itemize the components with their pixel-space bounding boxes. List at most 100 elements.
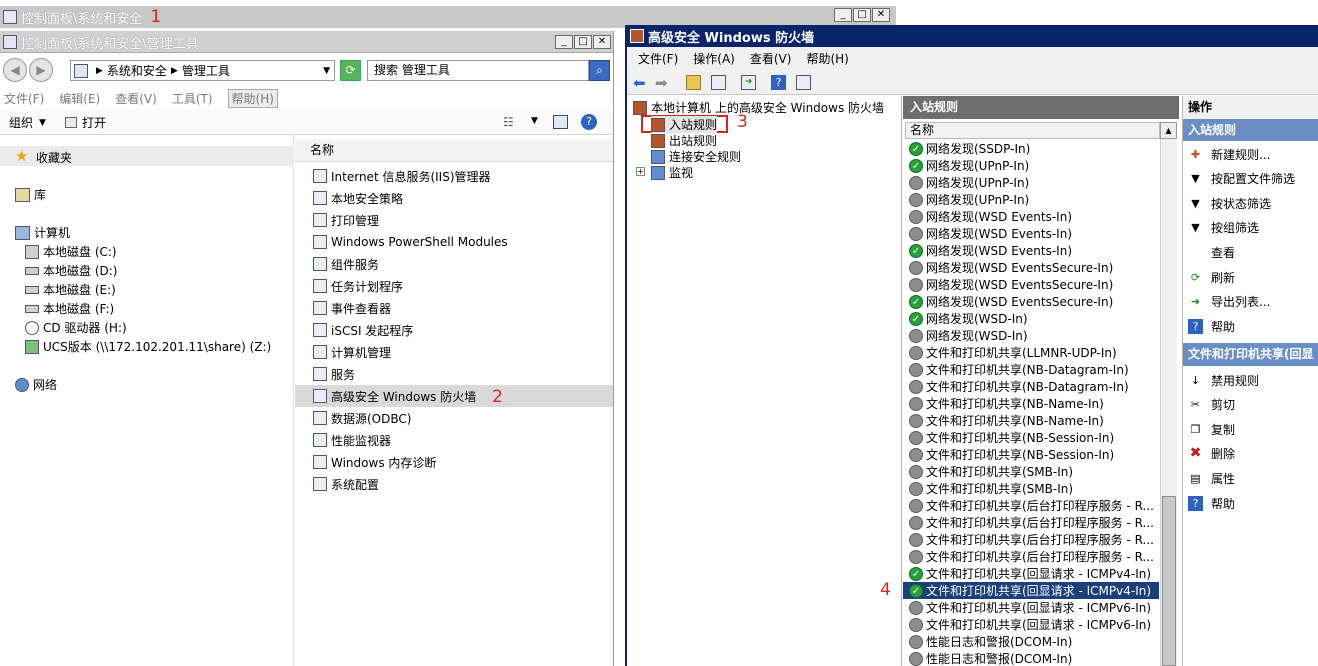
rules-column-header[interactable]: 名称 <box>905 122 1160 139</box>
show-action-pane-icon[interactable] <box>796 75 811 90</box>
rule-row[interactable]: 文件和打印机共享(后台打印程序服务 - R... <box>903 497 1159 514</box>
rules-scrollbar[interactable] <box>1160 139 1177 666</box>
rule-row[interactable]: 文件和打印机共享(NB-Session-In) <box>903 429 1159 446</box>
admin-tool-item[interactable]: 数据源(ODBC) <box>295 407 613 429</box>
rule-row[interactable]: 网络发现(WSD EventsSecure-In) <box>903 259 1159 276</box>
menu-view[interactable]: 查看(V) <box>750 50 792 67</box>
search-input[interactable]: 搜索 管理工具 <box>367 60 589 81</box>
scroll-up-button[interactable]: ▲ <box>1160 122 1177 139</box>
firewall-titlebar[interactable]: 高级安全 Windows 防火墙 <box>627 25 1318 47</box>
refresh-icon[interactable]: ⟳ <box>340 60 361 81</box>
address-bar[interactable]: ▶ 系统和安全 ▶ 管理工具 ▼ <box>70 60 335 81</box>
admin-tool-item[interactable]: 打印管理 <box>295 209 613 231</box>
close-button[interactable]: ✕ <box>872 8 890 22</box>
rule-row[interactable]: 文件和打印机共享(后台打印程序服务 - R... <box>903 514 1159 531</box>
open-button[interactable]: 打开 <box>65 114 106 131</box>
rule-row[interactable]: 网络发现(WSD Events-In) <box>903 225 1159 242</box>
rule-row[interactable]: 网络发现(WSD-In) <box>903 327 1159 344</box>
maximize-button[interactable]: □ <box>574 35 592 49</box>
breadcrumb-segment[interactable]: 系统和安全 <box>107 62 167 79</box>
menu-file[interactable]: 文件(F) <box>638 50 678 67</box>
admin-tool-item[interactable]: 本地安全策略 <box>295 187 613 209</box>
drive-item[interactable]: 本地磁盘 (E:) <box>25 281 116 298</box>
menu-file[interactable]: 文件(F) <box>4 90 44 107</box>
action-item[interactable]: ▼ 按状态筛选 <box>1183 191 1318 215</box>
search-icon[interactable]: ⌕ <box>589 60 610 81</box>
rule-row[interactable]: 性能日志和警报(DCOM-In) <box>903 633 1159 650</box>
rule-row[interactable]: 文件和打印机共享(回显请求 - ICMPv6-In) <box>903 599 1159 616</box>
view-options-icon[interactable]: ☷ <box>503 115 514 129</box>
export-icon[interactable]: ➜ <box>741 75 756 90</box>
rule-row[interactable]: 网络发现(WSD EventsSecure-In) <box>903 276 1159 293</box>
actions-section-inbound[interactable]: 入站规则 <box>1183 119 1318 141</box>
rule-row[interactable]: ✓ 网络发现(UPnP-In) <box>903 157 1159 174</box>
libraries-item[interactable]: 库 <box>15 186 46 203</box>
favorites-row[interactable]: ★ 收藏夹 <box>0 146 294 166</box>
organize-button[interactable]: 组织 ▼ <box>9 114 46 131</box>
address-dropdown-icon[interactable]: ▼ <box>323 66 330 76</box>
help-icon[interactable]: ? <box>771 75 786 90</box>
tree-inbound-rules[interactable]: 入站规则 <box>651 116 718 133</box>
rule-row[interactable]: 文件和打印机共享(后台打印程序服务 - R... <box>903 548 1159 565</box>
rule-row[interactable]: ✓ 文件和打印机共享(回显请求 - ICMPv4-In) <box>903 582 1159 599</box>
drive-item[interactable]: UCS版本 (\\172.102.201.11\share) (Z:) <box>25 338 271 355</box>
rule-row[interactable]: 文件和打印机共享(LLMNR-UDP-In) <box>903 344 1159 361</box>
admin-tool-item[interactable]: 事件查看器 <box>295 297 613 319</box>
rule-row[interactable]: 文件和打印机共享(后台打印程序服务 - R... <box>903 531 1159 548</box>
admin-tool-item[interactable]: 组件服务 <box>295 253 613 275</box>
admin-tool-item[interactable]: Windows 内存诊断 <box>295 451 613 473</box>
back-button[interactable]: ◀ <box>3 58 27 82</box>
action-item[interactable]: ⟳ 刷新 <box>1183 265 1318 289</box>
computer-item[interactable]: 计算机 <box>15 224 70 241</box>
admin-tool-item[interactable]: 高级安全 Windows 防火墙 <box>295 385 613 407</box>
rule-row[interactable]: 文件和打印机共享(SMB-In) <box>903 480 1159 497</box>
rule-row[interactable]: 网络发现(WSD Events-In) <box>903 208 1159 225</box>
view-dropdown-icon[interactable]: ▼ <box>531 116 538 126</box>
preview-pane-icon[interactable] <box>553 115 568 129</box>
forward-button[interactable]: ▶ <box>29 58 53 82</box>
action-item[interactable]: ▼ 按配置文件筛选 <box>1183 167 1318 191</box>
rule-row[interactable]: 文件和打印机共享(NB-Datagram-In) <box>903 361 1159 378</box>
forward-arrow-icon[interactable]: ➡ <box>655 74 668 92</box>
breadcrumb-chevron-icon[interactable]: ▶ <box>171 66 178 76</box>
rule-row[interactable]: 文件和打印机共享(SMB-In) <box>903 463 1159 480</box>
drive-item[interactable]: 本地磁盘 (C:) <box>25 243 117 260</box>
maximize-button[interactable]: □ <box>853 8 871 22</box>
action-item[interactable]: ✂ 剪切 <box>1183 393 1318 417</box>
action-item[interactable]: ▤ 属性 <box>1183 466 1318 490</box>
action-item[interactable]: ▼ 按组筛选 <box>1183 216 1318 240</box>
menu-action[interactable]: 操作(A) <box>693 50 735 67</box>
actions-section-selected[interactable]: 文件和打印机共享(回显 <box>1183 343 1318 366</box>
admin-tool-item[interactable]: 性能监视器 <box>295 429 613 451</box>
menu-edit[interactable]: 编辑(E) <box>59 90 100 107</box>
admin-tool-item[interactable]: 服务 <box>295 363 613 385</box>
menu-tools[interactable]: 工具(T) <box>172 90 213 107</box>
rule-row[interactable]: ✓ 网络发现(WSD EventsSecure-In) <box>903 293 1159 310</box>
action-item[interactable]: 查看 <box>1183 240 1318 264</box>
admin-tool-item[interactable]: 计算机管理 <box>295 341 613 363</box>
drive-item[interactable]: CD 驱动器 (H:) <box>25 319 127 336</box>
rule-row[interactable]: 文件和打印机共享(NB-Datagram-In) <box>903 378 1159 395</box>
admin-tool-item[interactable]: 任务计划程序 <box>295 275 613 297</box>
tree-outbound-rules[interactable]: 出站规则 <box>651 132 717 149</box>
tree-monitor[interactable]: 监视 <box>651 164 693 181</box>
rule-row[interactable]: ✓ 网络发现(WSD Events-In) <box>903 242 1159 259</box>
action-item[interactable]: ❐ 复制 <box>1183 417 1318 441</box>
rule-row[interactable]: 文件和打印机共享(NB-Name-In) <box>903 412 1159 429</box>
admin-tool-item[interactable]: Windows PowerShell Modules <box>295 231 613 253</box>
explorer-titlebar[interactable]: 控制面板\系统和安全\管理工具 _ □ ✕ <box>0 31 613 53</box>
rule-row[interactable]: 文件和打印机共享(NB-Session-In) <box>903 446 1159 463</box>
rule-row[interactable]: 文件和打印机共享(回显请求 - ICMPv6-In) <box>903 616 1159 633</box>
rule-row[interactable]: 网络发现(UPnP-In) <box>903 191 1159 208</box>
admin-tool-item[interactable]: Internet 信息服务(IIS)管理器 <box>295 165 613 187</box>
menu-help[interactable]: 帮助(H) <box>806 50 848 67</box>
minimize-button[interactable]: _ <box>555 35 573 49</box>
tree-root[interactable]: 本地计算机 上的高级安全 Windows 防火墙 <box>633 99 884 116</box>
drive-item[interactable]: 本地磁盘 (D:) <box>25 262 117 279</box>
minimize-button[interactable]: _ <box>834 8 852 22</box>
admin-tool-item[interactable]: iSCSI 发起程序 <box>295 319 613 341</box>
breadcrumb-chevron-icon[interactable]: ▶ <box>96 66 103 76</box>
action-item[interactable]: ? 帮助 <box>1183 314 1318 338</box>
network-item[interactable]: 网络 <box>15 376 57 393</box>
expand-icon[interactable]: + <box>636 167 645 176</box>
